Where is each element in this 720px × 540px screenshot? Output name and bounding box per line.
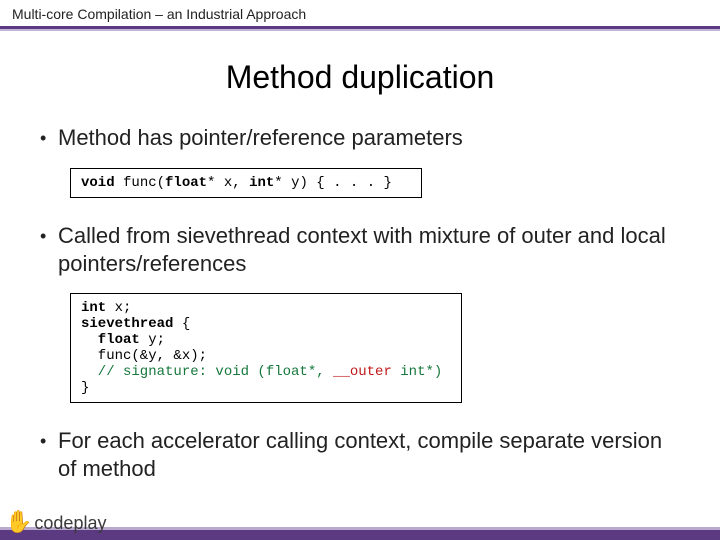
bullet-3: • For each accelerator calling context, … [40, 427, 680, 482]
code1-t1: func( [115, 175, 165, 191]
bullet-2-text: Called from sievethread context with mix… [58, 222, 680, 277]
bullet-2: • Called from sievethread context with m… [40, 222, 680, 277]
slide-header: Multi-core Compilation – an Industrial A… [0, 0, 720, 26]
code1-t2: * x, [207, 175, 249, 191]
c2l5a: // signature: void (float*, [81, 364, 333, 380]
bullet-1: • Method has pointer/reference parameter… [40, 124, 680, 152]
c2l6: } [81, 380, 89, 396]
footer-rule-dark [0, 530, 720, 540]
slide-footer [0, 527, 720, 540]
slide-title: Method duplication [0, 59, 720, 96]
kw-void: void [81, 175, 115, 191]
header-rule-light [0, 29, 720, 31]
bullet-1-text: Method has pointer/reference parameters [58, 124, 680, 152]
c2l4: func(&y, &x); [81, 348, 207, 364]
code-box-2: int x; sievethread { float y; func(&y, &… [70, 293, 462, 403]
kw-int: int [249, 175, 274, 191]
c2l5c: int*) [392, 364, 442, 380]
kw-float: float [165, 175, 207, 191]
kw-sievethread: sievethread [81, 316, 173, 332]
c2l1t: x; [106, 300, 131, 316]
kw-float2: float [81, 332, 140, 348]
c2l5b: __outer [333, 364, 392, 380]
c2l3t: y; [140, 332, 165, 348]
kw-int2: int [81, 300, 106, 316]
bullet-dot-icon: • [40, 124, 58, 152]
logo-text: codeplay [34, 513, 106, 533]
bullet-dot-icon: • [40, 222, 58, 250]
bullet-3-text: For each accelerator calling context, co… [58, 427, 680, 482]
c2l2t: { [173, 316, 190, 332]
hand-icon: ✋ [5, 509, 32, 534]
bullet-dot-icon: • [40, 427, 58, 455]
codeplay-logo: ✋codeplay [5, 509, 106, 535]
code1-t3: * y) { . . . } [274, 175, 392, 191]
slide-body: • Method has pointer/reference parameter… [0, 124, 720, 482]
code-box-1: void func(float* x, int* y) { . . . } [70, 168, 422, 198]
